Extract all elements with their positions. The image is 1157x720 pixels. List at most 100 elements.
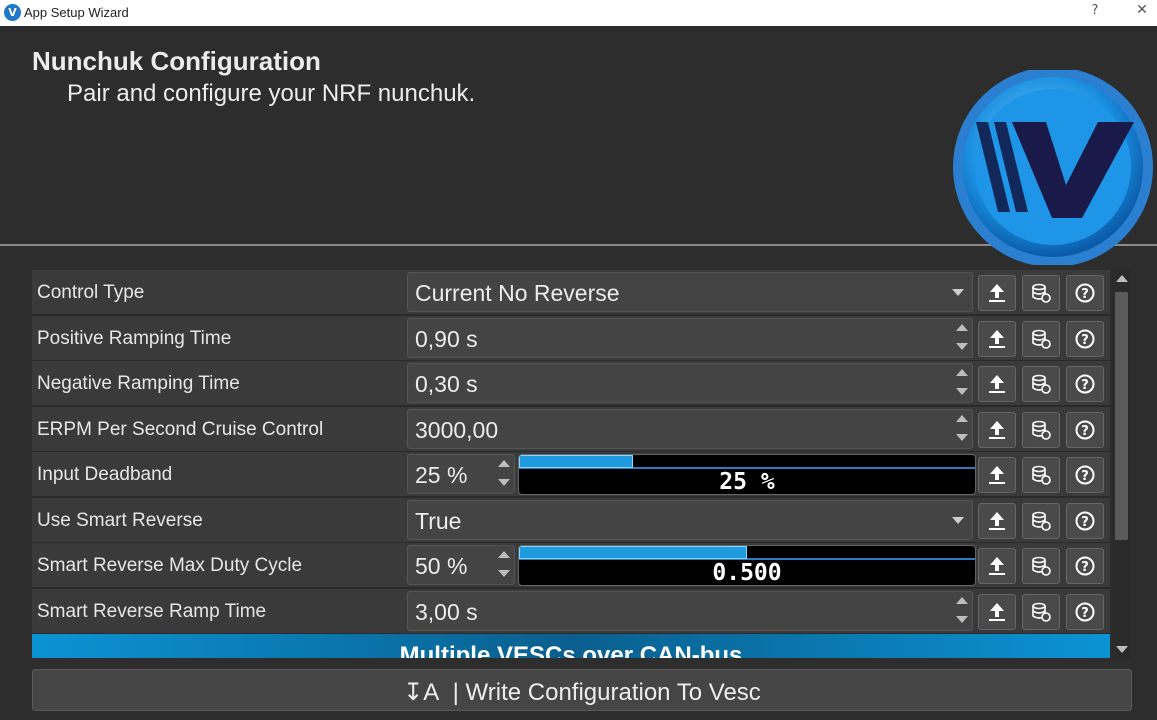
row-label: Negative Ramping Time bbox=[37, 373, 240, 394]
scroll-down-icon[interactable] bbox=[1116, 646, 1128, 653]
svg-text:?: ? bbox=[1081, 606, 1089, 621]
upload-button[interactable] bbox=[978, 321, 1016, 357]
restore-default-button[interactable] bbox=[1022, 275, 1060, 311]
vesc-logo-icon bbox=[953, 70, 1153, 265]
erpm-cruise-spinbox[interactable]: 3000,00 bbox=[407, 409, 973, 449]
chevron-down-icon bbox=[952, 517, 964, 524]
positive-ramping-time-spinbox[interactable]: 0,90 s bbox=[407, 318, 973, 358]
help-button[interactable]: ? bbox=[1066, 366, 1104, 402]
spin-value: 50 % bbox=[415, 553, 468, 579]
restore-default-button[interactable] bbox=[1022, 594, 1060, 630]
upload-button[interactable] bbox=[978, 457, 1016, 493]
svg-text:?: ? bbox=[1081, 560, 1089, 575]
spin-buttons[interactable] bbox=[953, 320, 971, 356]
control-type-combo[interactable]: Current No Reverse bbox=[407, 272, 973, 312]
help-button[interactable]: ? bbox=[1066, 594, 1104, 630]
upload-button[interactable] bbox=[978, 503, 1016, 539]
spin-down-icon[interactable] bbox=[956, 616, 968, 623]
spin-up-icon[interactable] bbox=[956, 597, 968, 604]
spin-buttons[interactable] bbox=[953, 365, 971, 401]
upload-button[interactable] bbox=[978, 275, 1016, 311]
smart-reverse-ramp-time-spinbox[interactable]: 3,00 s bbox=[407, 591, 973, 631]
upload-button[interactable] bbox=[978, 548, 1016, 584]
spin-buttons[interactable] bbox=[495, 456, 513, 492]
database-restore-icon bbox=[1032, 329, 1051, 349]
database-restore-icon bbox=[1032, 420, 1051, 440]
help-button[interactable]: ? bbox=[1066, 503, 1104, 539]
write-configuration-button[interactable]: ↧A | Write Configuration To Vesc bbox=[32, 669, 1132, 711]
help-icon: ? bbox=[1075, 420, 1095, 440]
bar-text: 25 % bbox=[719, 469, 775, 495]
row-label: ERPM Per Second Cruise Control bbox=[37, 419, 324, 440]
restore-default-button[interactable] bbox=[1022, 503, 1060, 539]
vertical-scrollbar[interactable] bbox=[1112, 270, 1131, 658]
svg-text:?: ? bbox=[1081, 469, 1089, 484]
help-button[interactable]: ? bbox=[1066, 321, 1104, 357]
upload-icon bbox=[989, 512, 1005, 530]
use-smart-reverse-combo[interactable]: True bbox=[407, 500, 973, 540]
chevron-down-icon bbox=[952, 289, 964, 296]
restore-default-button[interactable] bbox=[1022, 412, 1060, 448]
spin-up-icon[interactable] bbox=[498, 551, 510, 558]
spin-buttons[interactable] bbox=[953, 593, 971, 629]
title-bar: V App Setup Wizard ? ✕ bbox=[0, 0, 1157, 26]
spin-value: 3000,00 bbox=[415, 417, 499, 443]
restore-default-button[interactable] bbox=[1022, 457, 1060, 493]
page-subtitle: Pair and configure your NRF nunchuk. bbox=[67, 80, 476, 107]
spin-value: 25 % bbox=[415, 462, 468, 488]
input-deadband-spinbox[interactable]: 25 % bbox=[407, 454, 515, 494]
database-restore-icon bbox=[1032, 465, 1051, 485]
help-button[interactable]: ? bbox=[1066, 457, 1104, 493]
smart-reverse-max-duty-bar[interactable]: 0.500 bbox=[518, 545, 976, 586]
database-restore-icon bbox=[1032, 374, 1051, 394]
svg-text:?: ? bbox=[1081, 333, 1089, 348]
wizard-header: Nunchuk Configuration Pair and configure… bbox=[0, 26, 1157, 265]
spin-buttons[interactable] bbox=[495, 547, 513, 583]
section-banner: Multiple VESCs over CAN-bus bbox=[32, 634, 1110, 658]
spin-down-icon[interactable] bbox=[498, 570, 510, 577]
spin-up-icon[interactable] bbox=[956, 415, 968, 422]
help-icon: ? bbox=[1075, 465, 1095, 485]
close-icon[interactable]: ✕ bbox=[1132, 2, 1152, 18]
combo-value: True bbox=[415, 508, 462, 534]
scroll-up-icon[interactable] bbox=[1116, 275, 1128, 282]
row-erpm-cruise-control: ERPM Per Second Cruise Control 3000,00 ? bbox=[32, 407, 1110, 452]
spin-down-icon[interactable] bbox=[498, 479, 510, 486]
spin-down-icon[interactable] bbox=[956, 343, 968, 350]
svg-text:?: ? bbox=[1081, 515, 1089, 530]
row-label: Positive Ramping Time bbox=[37, 328, 232, 349]
help-button[interactable]: ? bbox=[1066, 412, 1104, 448]
row-positive-ramping-time: Positive Ramping Time 0,90 s ? bbox=[32, 316, 1110, 361]
input-deadband-bar[interactable]: 25 % bbox=[518, 454, 976, 495]
spin-buttons[interactable] bbox=[953, 411, 971, 447]
help-icon[interactable]: ? bbox=[1085, 3, 1105, 18]
upload-button[interactable] bbox=[978, 366, 1016, 402]
help-button[interactable]: ? bbox=[1066, 548, 1104, 584]
restore-default-button[interactable] bbox=[1022, 321, 1060, 357]
restore-default-button[interactable] bbox=[1022, 548, 1060, 584]
upload-button[interactable] bbox=[978, 412, 1016, 448]
negative-ramping-time-spinbox[interactable]: 0,30 s bbox=[407, 363, 973, 403]
combo-value: Current No Reverse bbox=[415, 280, 620, 306]
spin-up-icon[interactable] bbox=[498, 460, 510, 467]
row-use-smart-reverse: Use Smart Reverse True ? bbox=[32, 498, 1110, 543]
help-icon: ? bbox=[1075, 556, 1095, 576]
spin-up-icon[interactable] bbox=[956, 324, 968, 331]
spin-down-icon[interactable] bbox=[956, 434, 968, 441]
smart-reverse-max-duty-spinbox[interactable]: 50 % bbox=[407, 545, 515, 585]
vesc-app-icon: V bbox=[4, 4, 21, 21]
restore-default-button[interactable] bbox=[1022, 366, 1060, 402]
row-label: Smart Reverse Ramp Time bbox=[37, 601, 267, 622]
row-input-deadband: Input Deadband 25 % 25 % ? bbox=[32, 452, 1110, 497]
upload-button[interactable] bbox=[978, 594, 1016, 630]
row-negative-ramping-time: Negative Ramping Time 0,30 s ? bbox=[32, 361, 1110, 406]
spin-up-icon[interactable] bbox=[956, 369, 968, 376]
upload-icon bbox=[989, 330, 1005, 348]
config-table: Control Type Current No Reverse ? Positi… bbox=[32, 270, 1110, 658]
row-label: Input Deadband bbox=[37, 464, 173, 485]
scroll-thumb[interactable] bbox=[1115, 292, 1128, 540]
spin-down-icon[interactable] bbox=[956, 388, 968, 395]
svg-text:?: ? bbox=[1081, 424, 1089, 439]
help-button[interactable]: ? bbox=[1066, 275, 1104, 311]
section-banner-text: Multiple VESCs over CAN-bus bbox=[399, 642, 743, 658]
